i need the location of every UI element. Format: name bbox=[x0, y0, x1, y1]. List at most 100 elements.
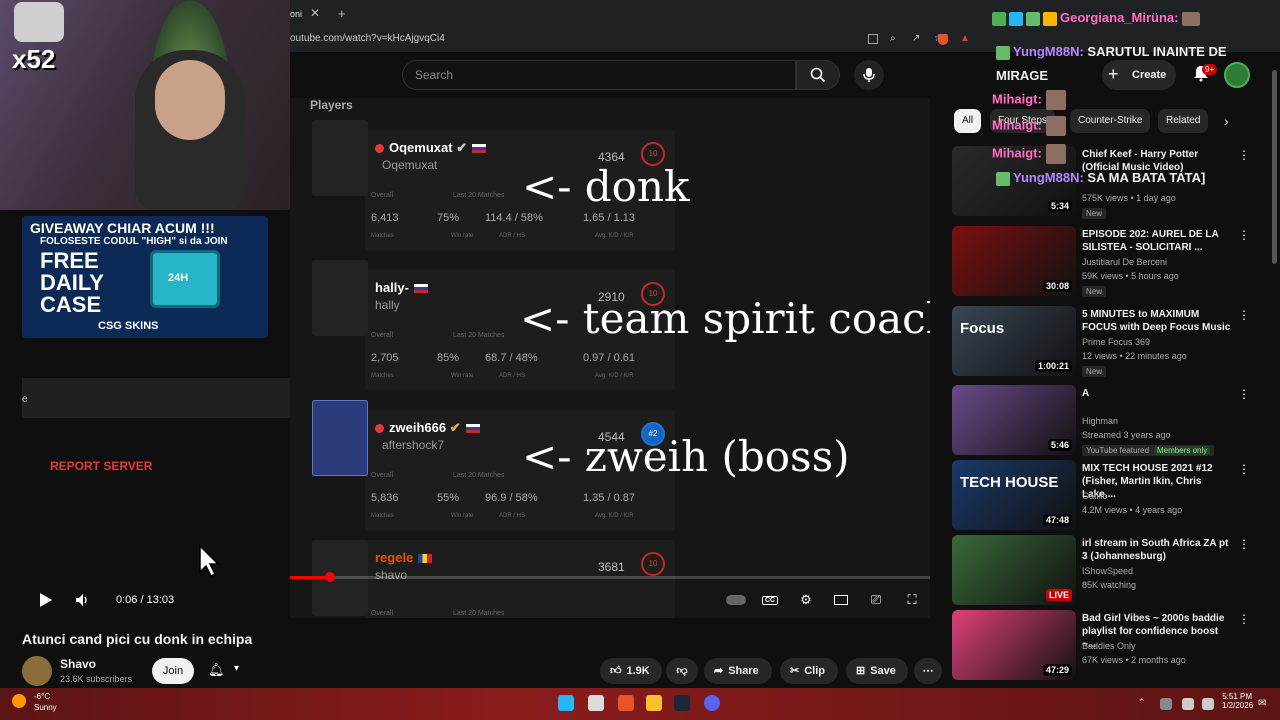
player-sub: hally bbox=[375, 298, 400, 312]
chip-all[interactable]: All bbox=[954, 109, 982, 133]
stat-sublabel: Avg. K/D / K/R bbox=[595, 513, 634, 519]
cast-button[interactable]: ⎚ bbox=[866, 590, 886, 610]
chat-message: Mihaigt: bbox=[992, 144, 1069, 164]
dislike-button[interactable]: 👎︎ bbox=[666, 658, 698, 684]
fullscreen-button[interactable]: ⛶ bbox=[902, 590, 922, 610]
members-only-badge: Members only bbox=[1154, 446, 1211, 455]
weather-icon[interactable] bbox=[12, 694, 26, 708]
notification-center-icon[interactable]: ✉ bbox=[1258, 698, 1266, 709]
video-channel[interactable]: Baddies Only bbox=[1082, 640, 1252, 653]
video-channel[interactable]: Gatillo bbox=[1082, 490, 1252, 503]
video-title-link[interactable]: 5 MINUTES to MAXIMUM FOCUS with Deep Foc… bbox=[1082, 308, 1232, 334]
speaker-icon[interactable] bbox=[1202, 698, 1214, 710]
subscriber-count: 23.6K subscribers bbox=[60, 674, 133, 684]
tray-chevron-icon[interactable]: ⌃ bbox=[1138, 697, 1146, 708]
emote-icon bbox=[1043, 11, 1057, 26]
miniplayer-button[interactable] bbox=[831, 590, 851, 610]
like-button[interactable]: 👍︎ 1.9K bbox=[600, 658, 662, 684]
emote-icon bbox=[1045, 116, 1066, 136]
video-menu-icon[interactable]: ⋮ bbox=[1238, 308, 1250, 322]
thumbs-up-icon: 👍︎ bbox=[610, 665, 622, 677]
tab-close-icon[interactable]: ✕ bbox=[310, 6, 320, 20]
video-menu-icon[interactable]: ⋮ bbox=[1238, 462, 1250, 476]
video-title-link[interactable]: irl stream in South Africa ZA pt 3 (Joha… bbox=[1082, 537, 1232, 563]
zoom-icon[interactable]: ⌕ bbox=[890, 33, 896, 44]
brave-icon[interactable] bbox=[618, 695, 634, 711]
video-title-link[interactable]: EPISODE 202: AUREL DE LA SILISTEA - SOLI… bbox=[1082, 228, 1232, 254]
stat-sublabel: Avg. K/D / K/R bbox=[595, 233, 634, 239]
progress-bar[interactable] bbox=[290, 576, 930, 579]
video-channel[interactable]: Prime Focus 369 bbox=[1082, 336, 1252, 349]
video-thumbnail[interactable]: 5:46 bbox=[952, 385, 1076, 455]
video-thumbnail[interactable]: TECH HOUSE 47:48 bbox=[952, 460, 1076, 530]
more-actions-button[interactable]: ⋯ bbox=[914, 658, 942, 684]
tray-app-icon[interactable] bbox=[1160, 698, 1172, 710]
start-icon[interactable] bbox=[558, 695, 574, 711]
extension-icon[interactable] bbox=[868, 34, 878, 44]
chevron-right-icon[interactable]: › bbox=[1224, 113, 1229, 129]
join-button[interactable]: Join bbox=[152, 658, 194, 684]
captions-button[interactable]: CC bbox=[760, 590, 780, 610]
rewards-icon[interactable]: ▲ bbox=[960, 33, 970, 44]
video-menu-icon[interactable]: ⋮ bbox=[1238, 228, 1250, 242]
play-button[interactable] bbox=[36, 590, 56, 610]
video-channel[interactable]: Justitiarul De Berceni bbox=[1082, 256, 1252, 269]
giveaway-code: FOLOSESTE CODUL "HIGH" si da JOIN bbox=[40, 236, 228, 247]
progress-scrubber[interactable] bbox=[325, 572, 335, 582]
voice-search-button[interactable] bbox=[854, 60, 884, 90]
save-button[interactable]: ⊞ Save bbox=[846, 658, 908, 684]
video-title: Atunci cand pici cu donk in echipa bbox=[22, 631, 253, 647]
video-thumbnail[interactable]: 30:08 bbox=[952, 226, 1076, 296]
share-button[interactable]: ➦ Share bbox=[704, 658, 772, 684]
file-explorer-icon[interactable] bbox=[646, 695, 662, 711]
subscribe-bell-icon[interactable]: 🔔︎ bbox=[208, 662, 225, 678]
discord-icon[interactable] bbox=[704, 695, 720, 711]
channel-name[interactable]: Shavo bbox=[60, 657, 96, 671]
autoplay-toggle[interactable] bbox=[726, 590, 746, 610]
clip-button[interactable]: ✂ Clip bbox=[780, 658, 838, 684]
emote-icon bbox=[1026, 11, 1040, 26]
stat-matches: 6,413 bbox=[371, 212, 399, 224]
network-icon[interactable] bbox=[1182, 698, 1194, 710]
settings-button[interactable]: ⚙ bbox=[796, 590, 816, 610]
video-meta: 67K views • 2 months ago bbox=[1082, 655, 1186, 665]
chat-message: YungM88N: SA MA BATA TATA] bbox=[996, 170, 1205, 186]
video-menu-icon[interactable]: ⋮ bbox=[1238, 612, 1250, 626]
chip-related[interactable]: Related bbox=[1158, 109, 1209, 133]
chat-message: Mihaigt: bbox=[992, 90, 1069, 110]
video-thumbnail[interactable]: Focus 1:00:21 bbox=[952, 306, 1076, 376]
video-thumbnail[interactable]: 47:29 bbox=[952, 610, 1076, 680]
video-channel[interactable]: Highman bbox=[1082, 415, 1252, 428]
search-button[interactable] bbox=[796, 60, 840, 90]
video-menu-icon[interactable]: ⋮ bbox=[1238, 537, 1250, 551]
clock[interactable]: 5:51 PM 1/2/2026 bbox=[1222, 692, 1253, 710]
steam-icon[interactable] bbox=[674, 695, 690, 711]
save-label: Save bbox=[870, 665, 896, 677]
video-thumbnail[interactable]: LIVE bbox=[952, 535, 1076, 605]
address-bar[interactable]: outube.com/watch?v=kHcAjgvqCi4 bbox=[290, 30, 850, 48]
video-channel[interactable]: IShowSpeed bbox=[1082, 565, 1252, 578]
new-tab-icon[interactable]: + bbox=[338, 6, 346, 21]
chevron-down-icon[interactable]: ▾ bbox=[234, 663, 239, 674]
stat-sublabel: Matches bbox=[371, 513, 394, 519]
chip-counter-strike[interactable]: Counter-Strike bbox=[1070, 109, 1151, 133]
share-page-icon[interactable]: ↗ bbox=[912, 33, 920, 44]
chat-message: Mihaigt: bbox=[992, 116, 1069, 136]
task-view-icon[interactable] bbox=[588, 695, 604, 711]
video-menu-icon[interactable]: ⋮ bbox=[1238, 148, 1250, 162]
search-icon bbox=[810, 67, 826, 83]
stat-label-last20: Last 20 Matches bbox=[453, 472, 505, 479]
like-count: 1.9K bbox=[626, 665, 650, 677]
video-menu-icon[interactable]: ⋮ bbox=[1238, 387, 1250, 401]
video-player[interactable]: Players Oqemuxat ✔ Oqemuxat 4364 10 Over… bbox=[290, 98, 930, 618]
volume-button[interactable] bbox=[72, 590, 92, 610]
brave-shield-icon[interactable] bbox=[938, 34, 948, 45]
search-input[interactable]: Search bbox=[402, 60, 796, 90]
player-level-badge: 10 bbox=[641, 552, 665, 576]
report-server-label[interactable]: REPORT SERVER bbox=[50, 459, 152, 473]
video-title-link[interactable]: A bbox=[1082, 387, 1232, 400]
miniplayer-icon bbox=[834, 595, 848, 605]
channel-avatar[interactable] bbox=[22, 656, 52, 686]
scrollbar-thumb[interactable] bbox=[1272, 70, 1277, 264]
play-icon bbox=[40, 593, 52, 607]
